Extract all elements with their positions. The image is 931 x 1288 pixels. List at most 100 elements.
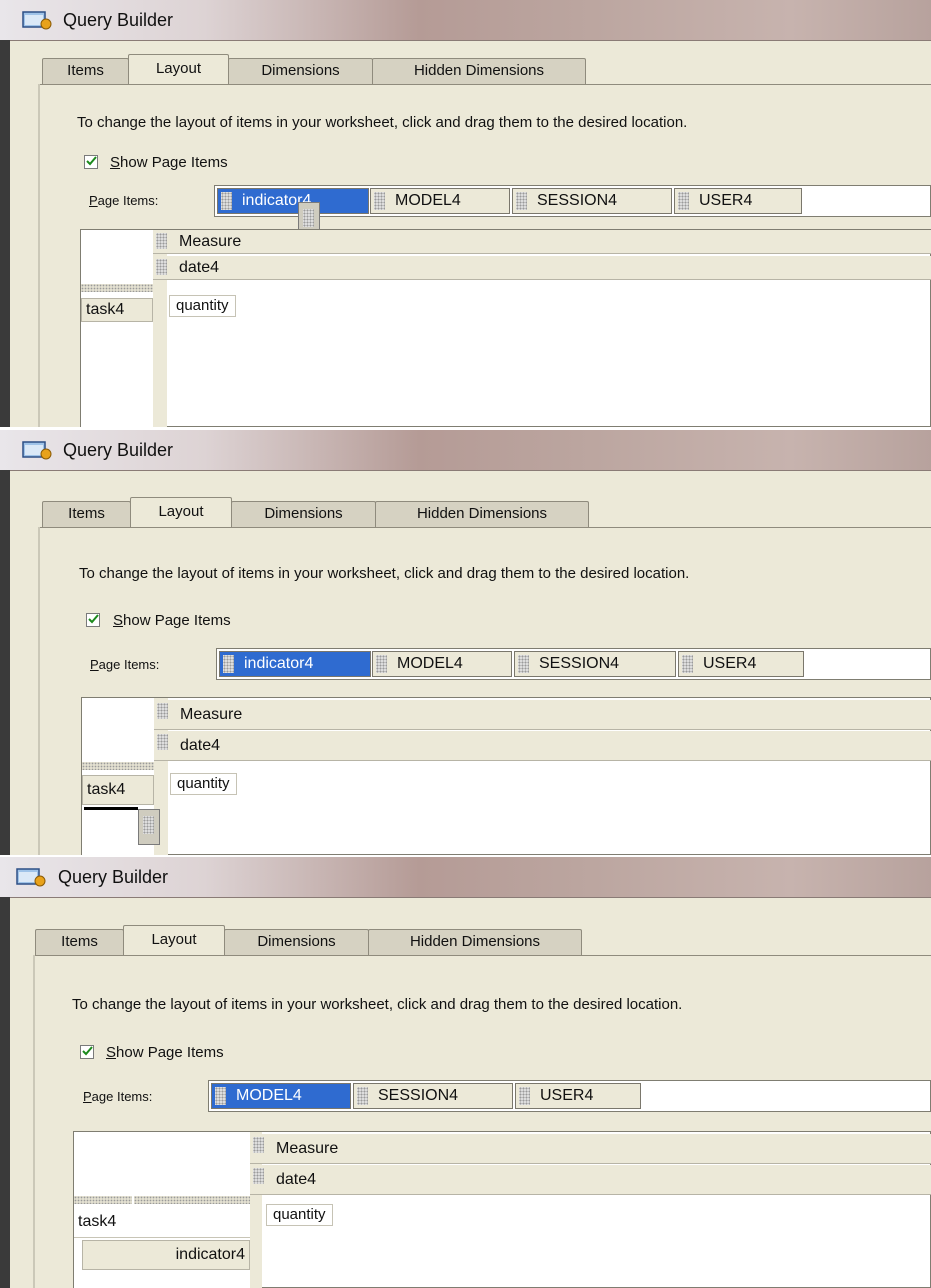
drag-handle-icon[interactable] <box>518 655 529 673</box>
row-header-indicator4[interactable]: indicator4 <box>82 1240 250 1270</box>
page-items-drop-area[interactable]: MODEL4 SESSION4 USER4 <box>208 1080 931 1112</box>
page-item-user4[interactable]: USER4 <box>678 651 804 677</box>
window-edge <box>0 40 10 427</box>
drag-handle-icon[interactable] <box>221 192 232 210</box>
page-item-user4[interactable]: USER4 <box>674 188 802 214</box>
drag-handle-icon[interactable] <box>156 233 167 249</box>
row-drag-strip[interactable] <box>81 284 153 292</box>
instructions-text: To change the layout of items in your wo… <box>72 996 683 1013</box>
drag-handle-icon[interactable] <box>682 655 693 673</box>
page-item-user4[interactable]: USER4 <box>515 1083 641 1109</box>
tab-layout[interactable]: Layout <box>130 497 232 527</box>
row-header-task4[interactable]: task4 <box>74 1208 250 1238</box>
panel-left-border <box>38 84 40 427</box>
page-item-model4[interactable]: MODEL4 <box>370 188 510 214</box>
drag-handle-icon[interactable] <box>516 192 527 210</box>
drag-handle-icon[interactable] <box>678 192 689 210</box>
column-header-measure[interactable]: Measure <box>154 700 931 730</box>
window-title: Query Builder <box>63 440 174 460</box>
drag-handle-icon[interactable] <box>519 1087 530 1105</box>
tab-strip-line <box>40 527 931 528</box>
page-items-drop-area[interactable]: indicator4 MODEL4 SESSION4 USER4 <box>216 648 931 680</box>
drag-handle-icon <box>143 816 154 834</box>
show-page-items-checkbox[interactable] <box>84 155 98 169</box>
drag-handle-icon[interactable] <box>157 703 168 719</box>
drag-handle-icon[interactable] <box>157 734 168 750</box>
show-page-items-label: Show Page Items <box>113 612 231 629</box>
tab-items[interactable]: Items <box>35 929 124 955</box>
title-bar: Query Builder <box>0 857 931 898</box>
show-page-items-label: Show Page Items <box>106 1044 224 1061</box>
page-item-session4[interactable]: SESSION4 <box>353 1083 513 1109</box>
query-builder-icon <box>22 441 52 460</box>
page-item-indicator4[interactable]: indicator4 <box>219 651 371 677</box>
drag-ghost-handle <box>138 809 160 845</box>
column-header-date4[interactable]: date4 <box>154 731 931 761</box>
tab-dimensions[interactable]: Dimensions <box>231 501 376 527</box>
tab-hidden-dimensions[interactable]: Hidden Dimensions <box>368 929 582 955</box>
instructions-text: To change the layout of items in your wo… <box>77 114 688 131</box>
drag-handle-icon[interactable] <box>374 192 385 210</box>
title-bar: Query Builder <box>0 430 931 471</box>
column-header-date4[interactable]: date4 <box>250 1165 931 1195</box>
query-builder-icon <box>22 11 52 30</box>
row-header-task4[interactable]: task4 <box>82 775 154 805</box>
screen-1: Query Builder Items Layout Dimensions Hi… <box>0 0 931 427</box>
page-items-drop-area[interactable]: indicator4 MODEL4 SESSION4 USER4 <box>214 185 931 217</box>
tab-hidden-dimensions[interactable]: Hidden Dimensions <box>372 58 586 84</box>
drag-handle-icon <box>303 209 314 227</box>
panel-left-border <box>33 955 35 1288</box>
screen-2: Query Builder Items Layout Dimensions Hi… <box>0 430 931 855</box>
row-drag-strip-2[interactable] <box>134 1196 250 1204</box>
page-item-model4[interactable]: MODEL4 <box>372 651 512 677</box>
drag-handle-icon[interactable] <box>156 259 167 275</box>
column-header-measure[interactable]: Measure <box>153 230 931 254</box>
column-header-measure[interactable]: Measure <box>250 1134 931 1164</box>
panel-left-border <box>38 527 40 855</box>
tab-strip-line <box>40 84 931 85</box>
data-cell-quantity: quantity <box>266 1204 333 1226</box>
tab-items[interactable]: Items <box>42 58 129 84</box>
tab-layout[interactable]: Layout <box>123 925 225 955</box>
page-items-label: Page Items: <box>90 657 160 672</box>
tab-dimensions[interactable]: Dimensions <box>228 58 373 84</box>
window-title: Query Builder <box>58 867 169 887</box>
tab-items[interactable]: Items <box>42 501 131 527</box>
page-item-indicator4[interactable]: indicator4 <box>217 188 369 214</box>
layout-grid: Measure date4 task4 quantity <box>81 697 931 855</box>
query-builder-icon <box>16 868 46 887</box>
tab-layout[interactable]: Layout <box>128 54 229 84</box>
drag-handle-icon[interactable] <box>223 655 234 673</box>
page-items-label: Page Items: <box>83 1089 153 1104</box>
column-header-date4[interactable]: date4 <box>153 256 931 280</box>
show-page-items-label: Show Page Items <box>110 154 228 171</box>
window-edge <box>0 897 10 1288</box>
row-header-task4[interactable]: task4 <box>81 298 153 322</box>
tab-hidden-dimensions[interactable]: Hidden Dimensions <box>375 501 589 527</box>
data-cell-quantity: quantity <box>170 773 237 795</box>
row-drag-strip-1[interactable] <box>74 1196 132 1204</box>
data-cell-quantity: quantity <box>169 295 236 317</box>
page-item-session4[interactable]: SESSION4 <box>512 188 672 214</box>
page-items-label: Page Items: <box>89 193 159 208</box>
drag-handle-icon[interactable] <box>253 1168 264 1184</box>
instructions-text: To change the layout of items in your wo… <box>79 565 690 582</box>
page-item-session4[interactable]: SESSION4 <box>514 651 676 677</box>
window-edge <box>0 470 10 855</box>
show-page-items-checkbox[interactable] <box>86 613 100 627</box>
show-page-items-checkbox[interactable] <box>80 1045 94 1059</box>
screen-3: Query Builder Items Layout Dimensions Hi… <box>0 857 931 1288</box>
title-bar: Query Builder <box>0 0 931 41</box>
window-title: Query Builder <box>63 10 174 30</box>
tab-dimensions[interactable]: Dimensions <box>224 929 369 955</box>
layout-grid: Measure date4 task4 indicator4 quantity <box>73 1131 931 1288</box>
page-item-model4[interactable]: MODEL4 <box>211 1083 351 1109</box>
layout-grid: Measure date4 task4 quantity <box>80 229 931 427</box>
tab-strip-line <box>35 955 931 956</box>
drag-handle-icon[interactable] <box>215 1087 226 1105</box>
drag-handle-icon[interactable] <box>357 1087 368 1105</box>
row-drag-strip[interactable] <box>82 762 154 770</box>
drag-handle-icon[interactable] <box>253 1137 264 1153</box>
drag-handle-icon[interactable] <box>376 655 387 673</box>
drop-position-marker <box>84 807 138 810</box>
